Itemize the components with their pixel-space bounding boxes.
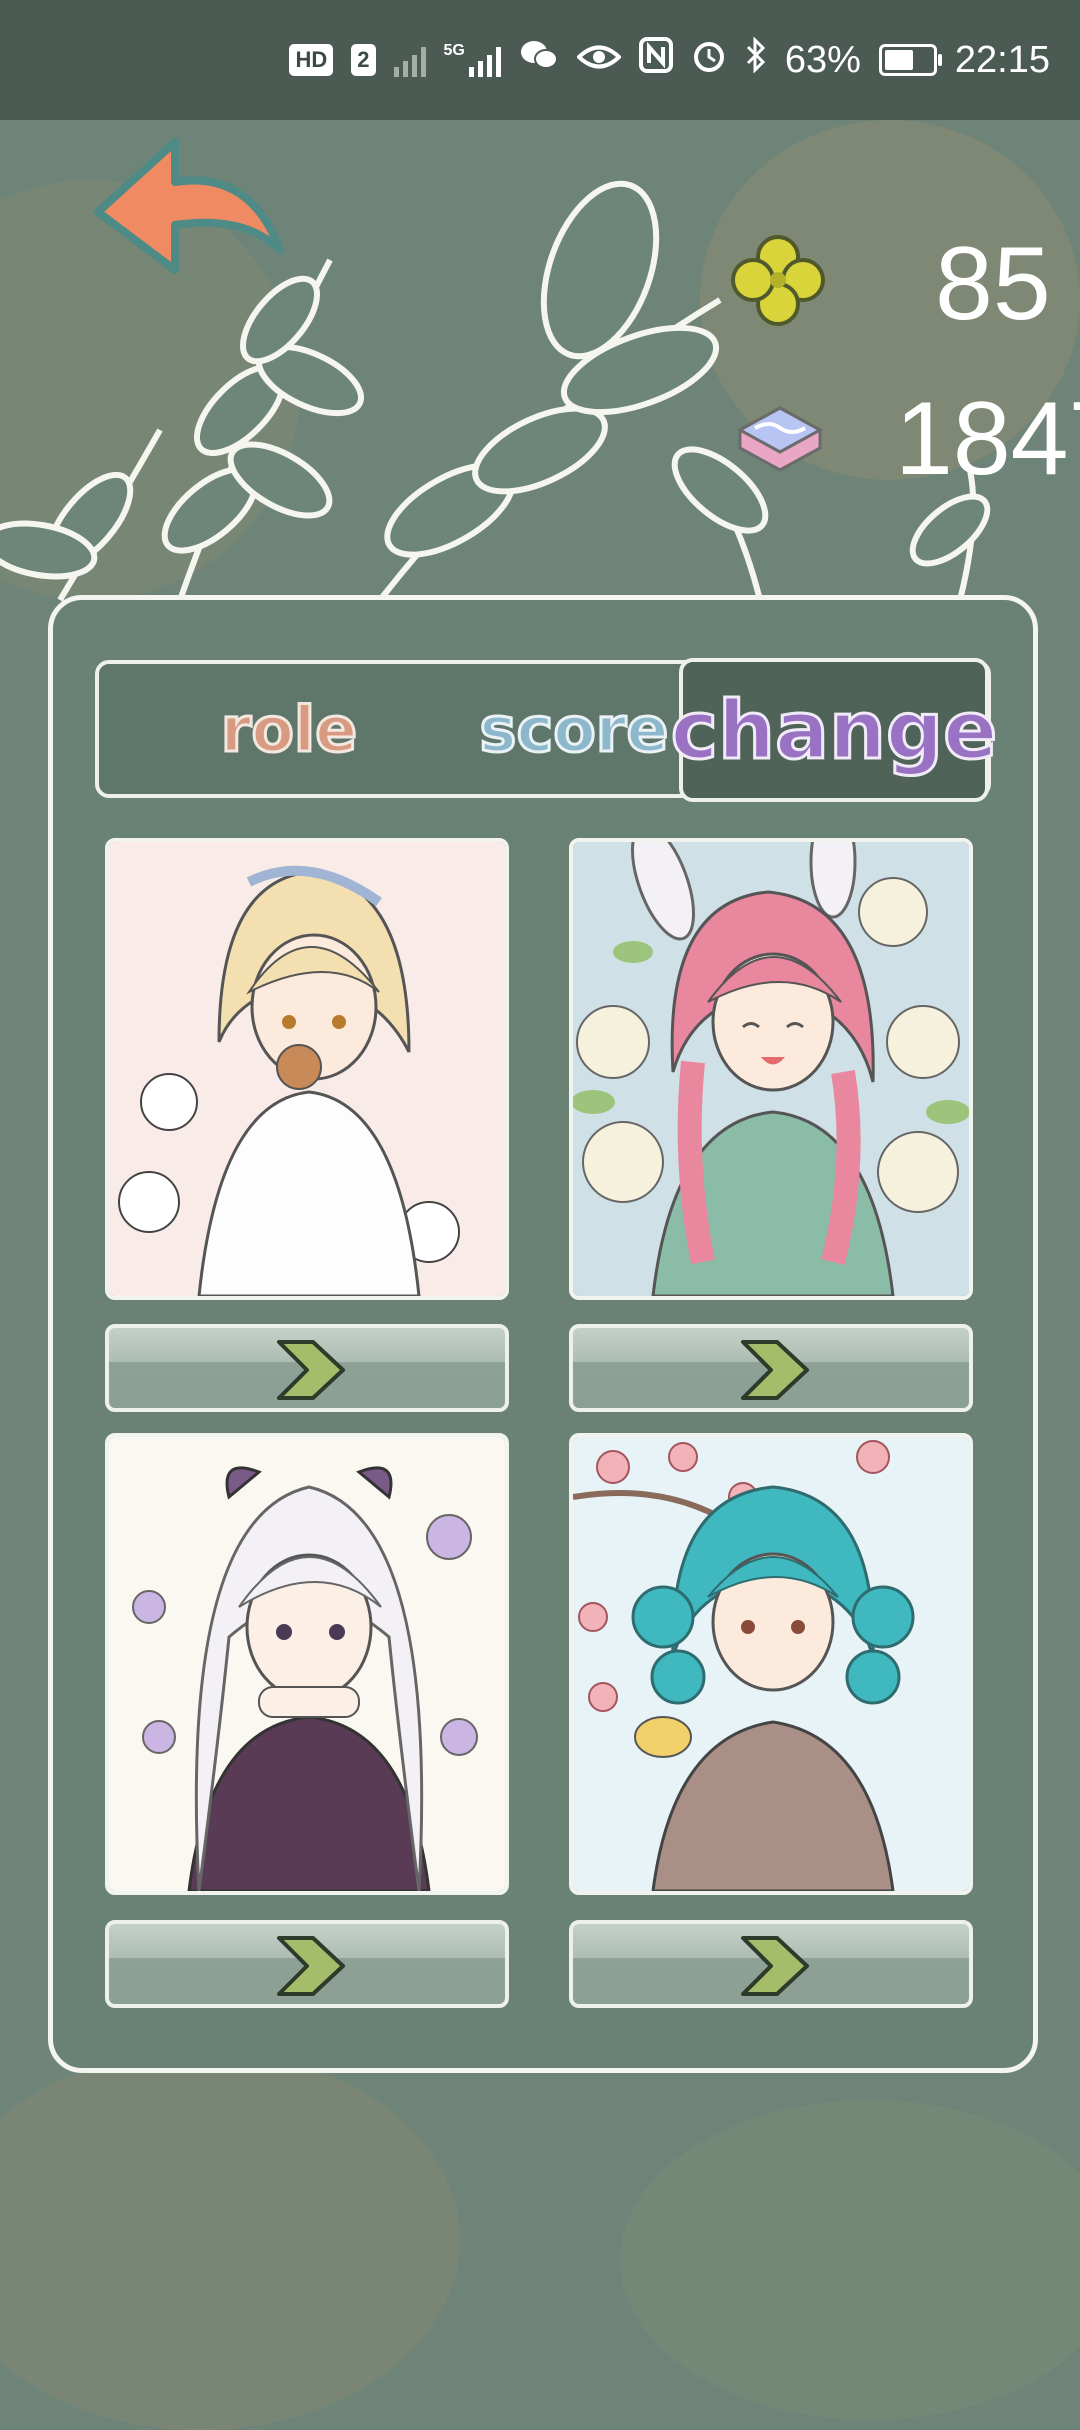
chevron-right-icon — [277, 1340, 345, 1400]
hd-badge: HD — [289, 44, 334, 76]
clover-icon — [728, 232, 828, 336]
gem-count: 1847 — [895, 381, 1080, 497]
select-character-2-button[interactable] — [569, 1324, 973, 1412]
bluetooth-icon — [745, 36, 767, 83]
background-leaf-shape — [620, 2100, 1080, 2420]
network-label: 5G — [443, 42, 465, 59]
character-portrait — [573, 1437, 969, 1891]
select-character-4-button[interactable] — [569, 1920, 973, 2008]
select-character-3-button[interactable] — [105, 1920, 509, 2008]
tab-bar: role score change — [95, 658, 999, 802]
character-card-1[interactable] — [105, 838, 509, 1300]
chevron-right-icon — [277, 1936, 345, 1996]
tab-score[interactable]: score — [444, 664, 704, 794]
battery-percent: 63% — [784, 38, 861, 81]
signal-icon — [393, 43, 426, 77]
character-card-3[interactable] — [105, 1433, 509, 1895]
character-portrait — [573, 842, 969, 1296]
back-button[interactable] — [80, 130, 300, 300]
clover-count: 85 — [935, 226, 1051, 342]
character-card-2[interactable] — [569, 838, 973, 1300]
sim-badge: 2 — [351, 44, 376, 76]
tab-role[interactable]: role — [169, 664, 409, 794]
wechat-icon — [519, 38, 559, 82]
character-portrait — [109, 1437, 505, 1891]
clock: 22:15 — [954, 38, 1050, 81]
character-portrait — [109, 842, 505, 1296]
back-arrow-icon — [94, 138, 284, 274]
battery-icon — [878, 44, 942, 76]
background-leaf-shape — [0, 2050, 460, 2430]
chevron-right-icon — [741, 1936, 809, 1996]
select-character-1-button[interactable] — [105, 1324, 509, 1412]
character-card-4[interactable] — [569, 1433, 973, 1895]
alarm-icon — [691, 37, 727, 83]
nfc-icon — [638, 37, 673, 83]
tab-change[interactable]: change — [669, 658, 999, 802]
gem-icon — [730, 390, 830, 484]
battery-fill — [884, 50, 913, 70]
signal-5g-icon — [468, 43, 501, 77]
eye-icon — [575, 39, 622, 82]
status-bar: HD 2 5G 63% 22:15 — [0, 0, 1080, 120]
chevron-right-icon — [741, 1340, 809, 1400]
